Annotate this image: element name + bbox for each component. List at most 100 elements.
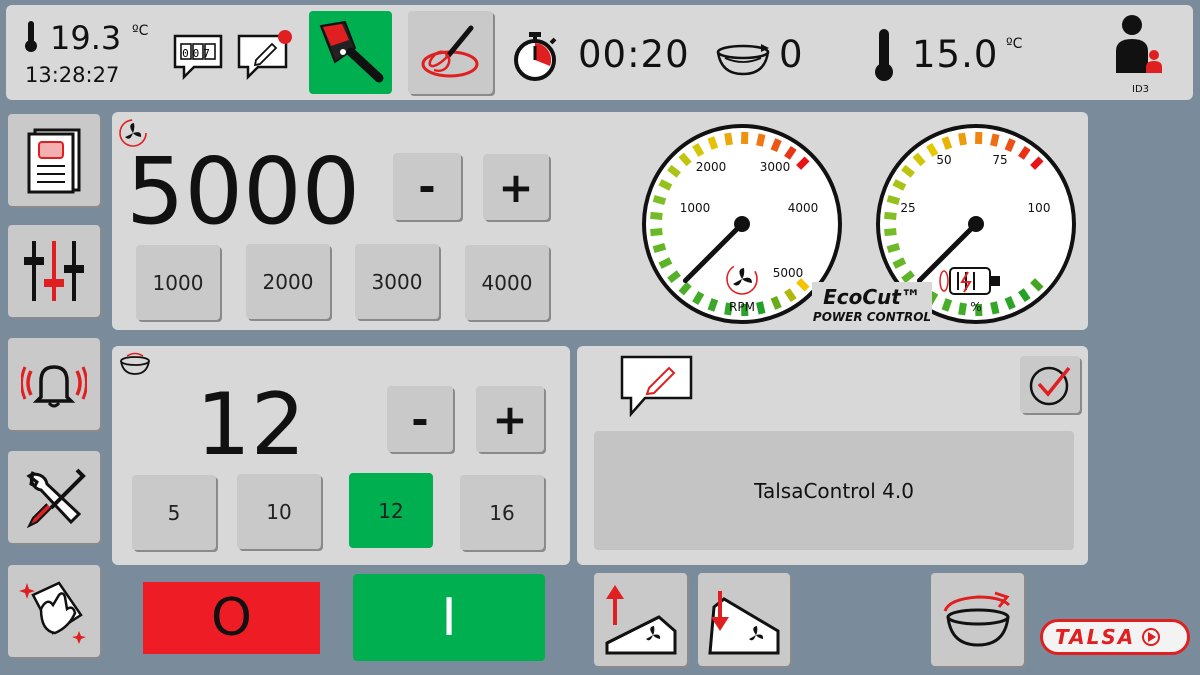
power-gauge-tick-segment: [892, 179, 907, 191]
stopwatch-icon: [510, 30, 560, 82]
knife-preset-button[interactable]: 1000: [136, 245, 220, 320]
power-gauge-tick-segment: [1004, 296, 1016, 310]
bowl-count: 0: [779, 33, 803, 76]
notes-text: TalsaControl 4.0: [754, 478, 914, 503]
user-id: ID3: [1132, 84, 1150, 95]
cleaver-icon: [319, 20, 383, 82]
stop-label: O: [211, 588, 252, 648]
alarm-bell-icon: [21, 365, 87, 408]
bowl-preset-button[interactable]: 10: [237, 474, 321, 549]
bowl-speed-value: 12: [196, 375, 306, 475]
stop-button[interactable]: O: [143, 582, 320, 654]
rpm-gauge: 1000 2000 3000 4000 5000 RPM: [642, 124, 842, 324]
alarms-button[interactable]: [8, 338, 100, 430]
knife-preset-button[interactable]: 4000: [465, 245, 549, 320]
notes-panel: TalsaControl 4.0: [577, 346, 1088, 565]
lid-down-icon: [708, 590, 780, 654]
start-label: I: [441, 587, 457, 648]
power-gauge-tick-segment: [990, 133, 1000, 147]
product-temperature: 15.0: [912, 33, 999, 76]
lid-up-button[interactable]: [594, 573, 687, 666]
cleaning-button[interactable]: [8, 565, 100, 657]
lid-up-icon: [605, 584, 676, 654]
rpm-gauge-tick-segment: [652, 242, 667, 254]
settings-sliders-button[interactable]: [8, 225, 100, 317]
power-gauge-tick-segment: [941, 298, 953, 312]
recipes-button[interactable]: [8, 114, 100, 206]
start-button[interactable]: I: [353, 574, 545, 661]
rpm-gauge-tick-segment: [707, 298, 719, 312]
power-gauge-tick-segment: [958, 132, 967, 146]
brand-ecocut: EcoCut™: [823, 285, 921, 309]
rpm-tick-3000: 3000: [760, 160, 791, 174]
bowl-speed-plus-button[interactable]: +: [476, 386, 544, 452]
edit-note-icon[interactable]: [619, 354, 695, 420]
bowl-speed-panel: 12 - + 5 10 12 16: [112, 346, 570, 565]
brand-power-control: POWER CONTROL: [813, 310, 931, 324]
power-gauge-tick-segment: [990, 301, 1000, 315]
rpm-gauge-tick-segment: [756, 133, 766, 147]
rpm-tick-4000: 4000: [788, 201, 819, 215]
rpm-gauge-tick-segment: [707, 136, 719, 150]
user-icon[interactable]: [1114, 11, 1162, 77]
gauges-display: 1000 2000 3000 4000 5000 RPM 25 50 75 10…: [642, 124, 1076, 324]
product-temperature-unit: ºC: [1006, 36, 1023, 52]
rpm-unit-label: RPM: [729, 300, 755, 314]
knife-speed-plus-button[interactable]: +: [483, 154, 549, 220]
thermometer-icon: [23, 19, 39, 53]
power-gauge-tick-segment: [958, 302, 967, 316]
rpm-gauge-tick-segment: [650, 228, 663, 237]
knife-speed-panel: 5000 - + 1000 2000 3000 4000 1000 2000 3…: [112, 112, 1088, 330]
logo-mark-icon: [1142, 628, 1161, 646]
product-thermometer-icon: [874, 27, 894, 83]
bowl-preset-button[interactable]: 5: [132, 475, 216, 550]
confirm-button[interactable]: [1020, 356, 1080, 413]
check-circle-icon: [1029, 366, 1071, 405]
rpm-gauge-tick-segment: [770, 296, 782, 310]
notes-text-box[interactable]: TalsaControl 4.0: [594, 431, 1074, 550]
power-gauge-tick-segment: [886, 242, 901, 254]
rpm-tick-2000: 2000: [696, 160, 727, 174]
bowl-rotate-button[interactable]: [931, 573, 1024, 666]
knife-speed-minus-button[interactable]: -: [393, 153, 461, 220]
ambient-temperature-unit: ºC: [132, 23, 149, 39]
bowl-rotation-icon: [713, 38, 773, 78]
rpm-gauge-tick-segment: [650, 211, 663, 220]
knife-preset-button[interactable]: 3000: [355, 244, 439, 319]
recipe-book-icon: [27, 128, 81, 194]
rpm-gauge-tick-segment: [724, 132, 733, 146]
rpm-tick-1000: 1000: [680, 201, 711, 215]
bowl-icon: [118, 352, 152, 378]
counter-digits: 007: [182, 47, 214, 60]
power-gauge-tick-segment: [884, 228, 897, 237]
clock: 13:28:27: [25, 63, 120, 87]
rpm-gauge-tick-segment: [652, 194, 667, 206]
power-gauge-tick-segment: [892, 257, 907, 269]
rpm-gauge-tick-segment: [756, 301, 766, 315]
sliders-icon: [24, 241, 84, 301]
bowl-preset-button[interactable]: 16: [460, 475, 544, 550]
knife-speed-value: 5000: [126, 138, 361, 245]
talsa-logo: TALSA: [1040, 619, 1190, 655]
power-unit-label: %: [970, 300, 981, 314]
status-bar: 19.3 ºC 13:28:27 007 00:20 0 15.0 ºC ID3: [6, 5, 1193, 100]
maintenance-button[interactable]: [8, 451, 100, 543]
lid-down-button[interactable]: [698, 573, 790, 666]
notes-notification-icon[interactable]: [236, 29, 294, 83]
bowl-rotate-icon: [943, 591, 1010, 647]
mode-mix-button[interactable]: [408, 11, 493, 94]
bowl-preset-button-selected[interactable]: 12: [349, 473, 433, 548]
counter-icon[interactable]: 007: [172, 33, 224, 81]
power-gauge-tick-segment: [1004, 138, 1016, 152]
bowl-speed-minus-button[interactable]: -: [387, 386, 453, 452]
power-gauge-tick-segment: [941, 136, 953, 150]
rpm-gauge-tick-segment: [770, 138, 782, 152]
rpm-gauge-tick-segment: [658, 257, 673, 269]
whisk-icon: [421, 25, 478, 77]
rpm-tick-5000: 5000: [773, 266, 804, 280]
power-gauge-tick-segment: [886, 194, 901, 206]
logo-text: TALSA: [1055, 625, 1136, 649]
power-tick-100: 100: [1028, 201, 1051, 215]
knife-preset-button[interactable]: 2000: [246, 244, 330, 319]
mode-cut-button[interactable]: [309, 11, 392, 94]
